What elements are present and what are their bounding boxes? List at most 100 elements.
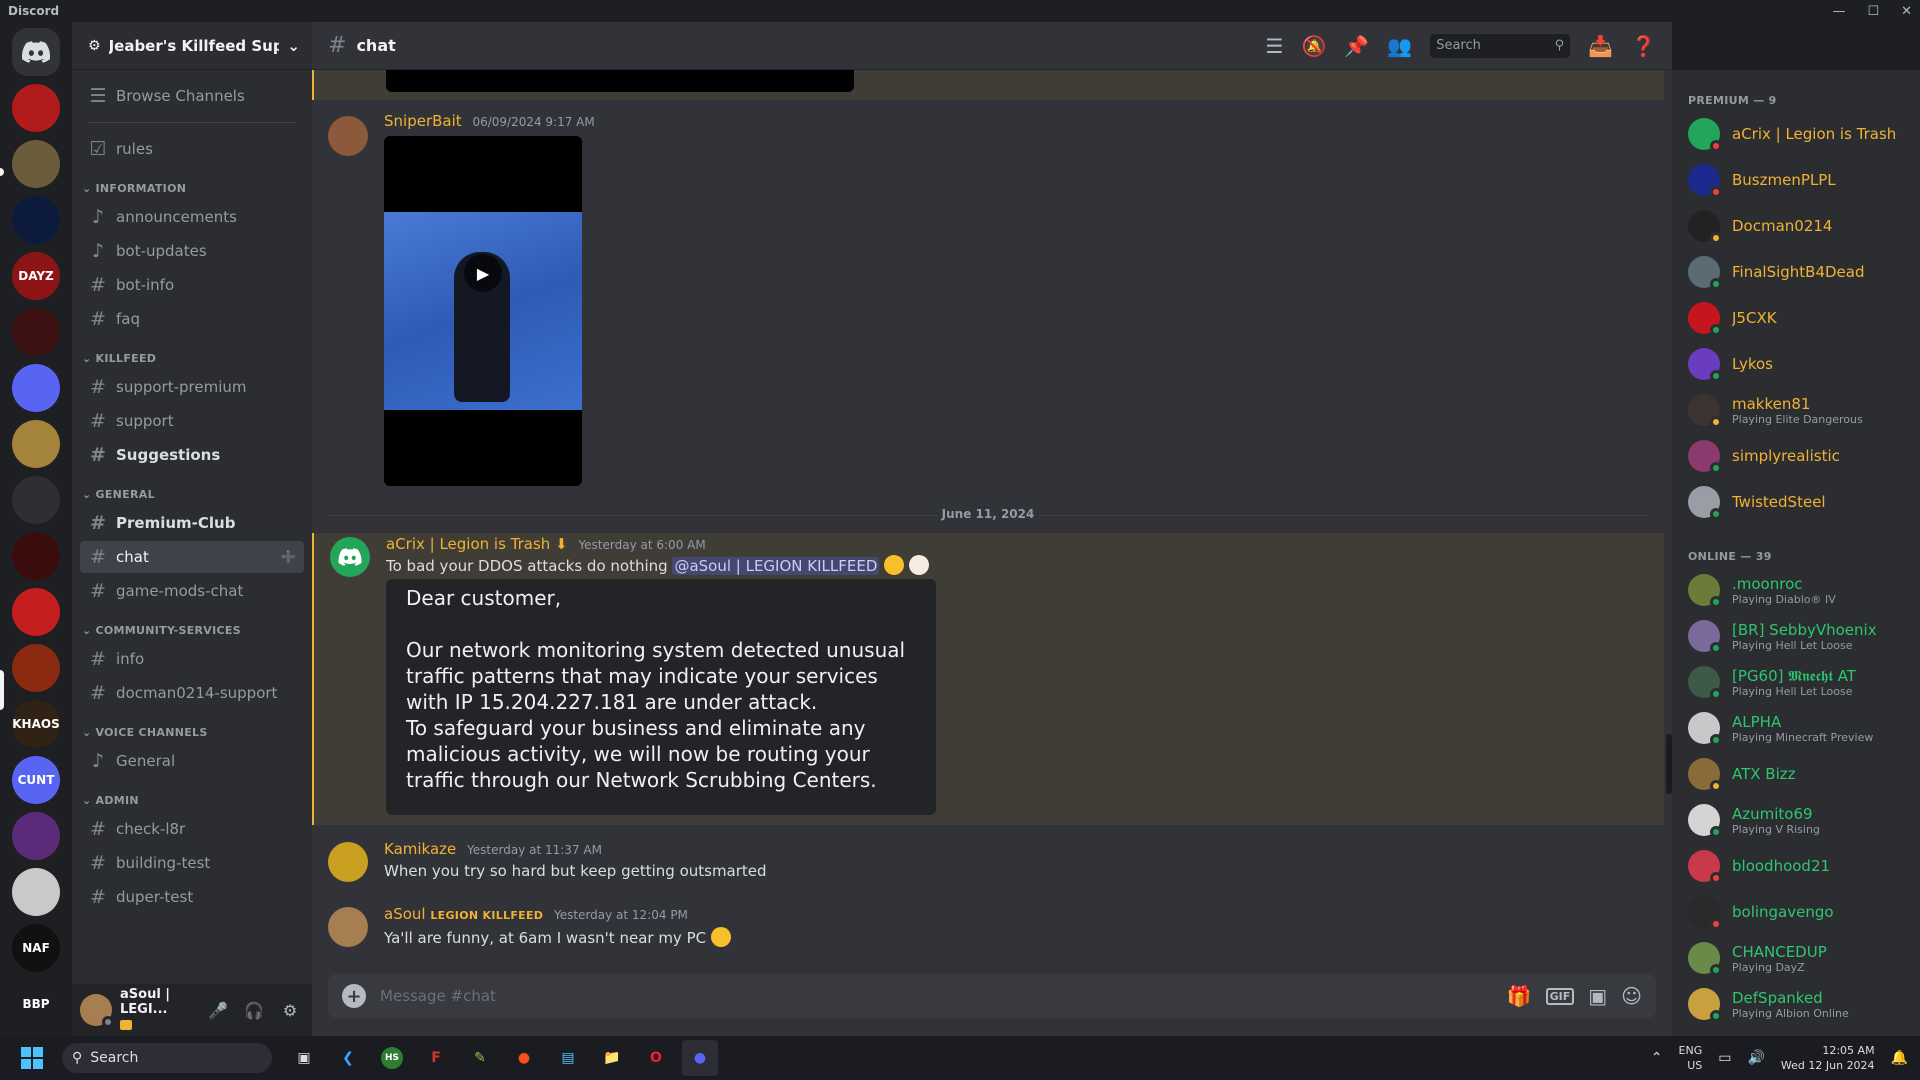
- channel-docman0214-support[interactable]: # docman0214-support: [80, 677, 304, 709]
- notification-bell-icon[interactable]: 🔔: [1891, 1050, 1908, 1066]
- channel-bot-info[interactable]: # bot-info: [80, 269, 304, 301]
- server-icon[interactable]: [12, 420, 60, 468]
- avatar[interactable]: [328, 907, 368, 947]
- channel-info[interactable]: # info: [80, 643, 304, 675]
- chevron-up-icon[interactable]: ⌃: [1651, 1050, 1663, 1066]
- pin-icon[interactable]: 📌: [1344, 34, 1369, 58]
- member-item[interactable]: aCrix | Legion is Trash ⬇: [1680, 112, 1912, 156]
- channel-bot-updates[interactable]: ♪ bot-updates: [80, 235, 304, 267]
- members-icon[interactable]: 👥: [1387, 34, 1412, 58]
- server-icon[interactable]: NAF: [12, 924, 60, 972]
- channel-rules[interactable]: ☑ rules: [80, 133, 304, 165]
- server-icon[interactable]: [12, 868, 60, 916]
- member-item[interactable]: simplyrealistic: [1680, 434, 1912, 478]
- server-icon[interactable]: [12, 532, 60, 580]
- member-item[interactable]: BuszmenPLPL: [1680, 158, 1912, 202]
- windows-start-icon[interactable]: [10, 1047, 54, 1069]
- vscode-icon[interactable]: ❮: [330, 1040, 366, 1076]
- joy-emoji-icon[interactable]: [710, 927, 731, 947]
- member-item[interactable]: ALPHA Playing Minecraft Preview: [1680, 706, 1912, 750]
- member-item[interactable]: .moonroc Playing Diablo® IV: [1680, 568, 1912, 612]
- member-item[interactable]: DefSpanked Playing Albion Online: [1680, 982, 1912, 1026]
- opera-icon[interactable]: O: [638, 1040, 674, 1076]
- gear-icon[interactable]: ⚙: [276, 996, 304, 1024]
- channel-building-test[interactable]: # building-test: [80, 847, 304, 879]
- author-name[interactable]: Kamikaze: [384, 840, 456, 858]
- server-icon[interactable]: [12, 308, 60, 356]
- image-attachment[interactable]: Dear customer, Our network monitoring sy…: [386, 579, 936, 815]
- channel-faq[interactable]: # faq: [80, 303, 304, 335]
- channel-support[interactable]: # support: [80, 405, 304, 437]
- member-item[interactable]: [PG60] 𝕸𝖓𝖊𝖈𝖍𝖙 AT Playing Hell Let Loose: [1680, 660, 1912, 704]
- member-item[interactable]: ATX Bizz: [1680, 752, 1912, 796]
- minimize-icon[interactable]: —: [1832, 4, 1845, 19]
- taskbar-search[interactable]: ⚲ Search: [62, 1043, 272, 1073]
- server-icon[interactable]: KHAOS: [12, 700, 60, 748]
- channel-general[interactable]: ♪ General: [80, 745, 304, 777]
- channel-chat[interactable]: # chat ➕: [80, 541, 304, 573]
- maximize-icon[interactable]: ☐: [1867, 4, 1879, 19]
- channel-game-mods-chat[interactable]: # game-mods-chat: [80, 575, 304, 607]
- message-composer[interactable]: + Message #chat 🎁 GIF ▣ ☺: [328, 974, 1656, 1018]
- inbox-icon[interactable]: 📥: [1588, 34, 1613, 58]
- hs-app-icon[interactable]: HS: [374, 1040, 410, 1076]
- guild-header[interactable]: ⚙ Jeaber's Killfeed Sup... ⌄: [72, 22, 312, 70]
- channel-announcements[interactable]: ♪ announcements: [80, 201, 304, 233]
- category-header[interactable]: ⌄ ADMIN: [80, 789, 304, 811]
- member-item[interactable]: Lykos: [1680, 342, 1912, 386]
- server-icon[interactable]: [12, 196, 60, 244]
- help-icon[interactable]: ❓: [1631, 34, 1656, 58]
- member-item[interactable]: TwistedSteel: [1680, 480, 1912, 524]
- threads-icon[interactable]: ☰: [1266, 34, 1284, 58]
- server-icon[interactable]: [12, 140, 60, 188]
- volume-icon[interactable]: 🔊: [1747, 1050, 1764, 1066]
- category-header[interactable]: ⌄ INFORMATION: [80, 177, 304, 199]
- network-icon[interactable]: ▭: [1718, 1050, 1731, 1066]
- author-name[interactable]: aCrix | Legion is Trash ⬇: [386, 535, 568, 553]
- notepad-plus-icon[interactable]: ✎: [462, 1040, 498, 1076]
- search-input[interactable]: Search ⚲: [1430, 33, 1571, 58]
- author-name[interactable]: aSoul: [384, 905, 426, 923]
- server-icon[interactable]: DAYZ: [12, 252, 60, 300]
- add-attachment-icon[interactable]: +: [342, 984, 366, 1008]
- channel-premium-club[interactable]: # Premium-Club: [80, 507, 304, 539]
- embed-image[interactable]: [386, 70, 854, 92]
- headphones-icon[interactable]: 🎧: [240, 996, 268, 1024]
- message-input[interactable]: Message #chat: [380, 987, 1493, 1005]
- notepad-icon[interactable]: ▤: [550, 1040, 586, 1076]
- server-icon[interactable]: CUNT: [12, 756, 60, 804]
- member-item[interactable]: CHANCEDUP Playing DayZ: [1680, 936, 1912, 980]
- member-item[interactable]: Docman0214: [1680, 204, 1912, 248]
- invite-icon[interactable]: ➕: [281, 550, 296, 564]
- microphone-icon[interactable]: 🎤: [204, 996, 232, 1024]
- gif-icon[interactable]: GIF: [1545, 987, 1575, 1005]
- server-icon[interactable]: [12, 476, 60, 524]
- server-icon[interactable]: [12, 588, 60, 636]
- server-icon[interactable]: [12, 644, 60, 692]
- sticker-icon[interactable]: ▣: [1588, 984, 1607, 1008]
- category-header[interactable]: ⌄ GENERAL: [80, 483, 304, 505]
- rofl-emoji-icon[interactable]: [884, 555, 905, 575]
- discord-taskbar-icon[interactable]: ●: [682, 1040, 718, 1076]
- server-icon[interactable]: [12, 364, 60, 412]
- video-attachment[interactable]: ▶: [384, 136, 582, 486]
- server-icon[interactable]: [12, 812, 60, 860]
- member-item[interactable]: Azumito69 Playing V Rising: [1680, 798, 1912, 842]
- clock[interactable]: 12:05 AM Wed 12 Jun 2024: [1781, 1043, 1875, 1073]
- server-icon[interactable]: BBP: [12, 980, 60, 1028]
- channel-duper-test[interactable]: # duper-test: [80, 881, 304, 913]
- clown-emoji-icon[interactable]: [908, 555, 929, 575]
- bell-muted-icon[interactable]: 🔕: [1301, 34, 1326, 58]
- member-item[interactable]: [BR] SebbyVhoenix Playing Hell Let Loose: [1680, 614, 1912, 658]
- category-header[interactable]: ⌄ VOICE CHANNELS: [80, 721, 304, 743]
- member-item[interactable]: makken81 Playing Elite Dangerous: [1680, 388, 1912, 432]
- avatar[interactable]: [328, 116, 368, 156]
- member-item[interactable]: bolingavengo: [1680, 890, 1912, 934]
- channel-suggestions[interactable]: # Suggestions: [80, 439, 304, 471]
- user-mention[interactable]: @aSoul | LEGION KILLFEED: [672, 557, 880, 575]
- filezilla-icon[interactable]: F: [418, 1040, 454, 1076]
- language-indicator[interactable]: ENG US: [1679, 1043, 1703, 1073]
- category-header[interactable]: ⌄ COMMUNITY-SERVICES: [80, 619, 304, 641]
- emoji-picker-icon[interactable]: ☺: [1621, 984, 1642, 1008]
- file-explorer-icon[interactable]: 📁: [594, 1040, 630, 1076]
